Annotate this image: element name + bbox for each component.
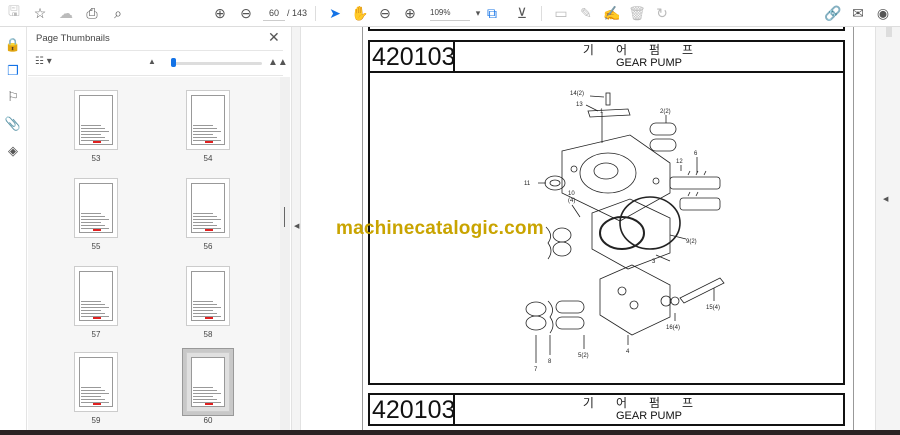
zoom-in-icon[interactable]: ⊕ bbox=[400, 4, 420, 22]
lock-icon[interactable]: 🔒 bbox=[4, 36, 22, 54]
page-thumbnail[interactable] bbox=[186, 90, 230, 150]
thumbnail-page-label: 53 bbox=[91, 154, 101, 163]
next-page-icon[interactable]: ⊖ bbox=[236, 4, 256, 22]
thumbnail-options-icon[interactable]: ☷ ▾ bbox=[35, 56, 52, 67]
part-label: 3 bbox=[652, 259, 656, 265]
panel-title: Page Thumbnails bbox=[36, 33, 110, 44]
right-panel-bar: ◀ bbox=[875, 27, 900, 435]
fit-page-icon[interactable]: ⧉ bbox=[482, 4, 502, 22]
highlight-icon[interactable]: ✎ bbox=[576, 4, 596, 22]
page-thumbnail[interactable] bbox=[186, 352, 230, 412]
page-thumbnail[interactable] bbox=[74, 178, 118, 238]
thumbnail-page-label: 60 bbox=[203, 416, 213, 425]
part-label: 16(4) bbox=[666, 325, 680, 331]
bookmark-star-icon[interactable]: ☆ bbox=[30, 4, 50, 22]
part-label: 7 bbox=[534, 367, 538, 373]
comment-icon[interactable]: ▭ bbox=[551, 4, 571, 22]
watermark: machinecatalogic.com bbox=[336, 218, 544, 239]
previous-section-bottom bbox=[368, 27, 845, 31]
page-number-input[interactable]: 60 bbox=[263, 5, 285, 21]
page-thumbnail[interactable] bbox=[186, 266, 230, 326]
thumbnail-size-slider[interactable]: ▲ ▲▲ bbox=[148, 56, 288, 70]
part-label: 8 bbox=[548, 359, 552, 365]
large-mountain-icon: ▲▲ bbox=[268, 57, 288, 68]
part-label: 6 bbox=[694, 151, 698, 157]
section-header-2: 420103 기어펌프 GEAR PUMP bbox=[368, 393, 845, 426]
collapse-left-icon[interactable]: ◀ bbox=[294, 222, 299, 230]
panel-scrollbar[interactable] bbox=[280, 77, 290, 435]
small-mountain-icon: ▲ bbox=[148, 57, 156, 66]
page-total: / 143 bbox=[287, 8, 308, 18]
page-thumbnail[interactable] bbox=[186, 178, 230, 238]
main-toolbar: 🖫 ☆ ☁ ⎙ ⌕ ⊕ ⊖ 60 / 143 ➤ ✋ ⊖ ⊕ 109% ▾ ⧉ … bbox=[0, 0, 900, 27]
save-icon[interactable]: 🖫 bbox=[4, 3, 24, 22]
divider bbox=[28, 75, 283, 76]
page-thumbnail[interactable] bbox=[74, 266, 118, 326]
thumbnail-grid: 53 54 55 56 57 58 59 60 bbox=[28, 77, 280, 435]
select-cursor-icon[interactable]: ➤ bbox=[325, 4, 345, 22]
part-label: 12 bbox=[676, 159, 683, 165]
slider-track bbox=[172, 62, 262, 65]
thumbnails-panel: Page Thumbnails ✕ ☷ ▾ ▲ ▲▲ 53 54 55 56 57 58 5… bbox=[28, 27, 290, 435]
sign-icon[interactable]: ✍ bbox=[602, 4, 622, 22]
divider bbox=[541, 6, 542, 21]
section-header: 420103 기어펌프 GEAR PUMP bbox=[368, 40, 845, 73]
pdf-page: 420103 기어펌프 GEAR PUMP 14(2) 13 1 2(2) 11… bbox=[336, 27, 854, 430]
slider-handle[interactable] bbox=[171, 58, 176, 67]
thumbnails-icon[interactable]: ❐ bbox=[4, 62, 22, 80]
left-tool-rail: 🔒 ❐ ⚐ 📎 ◈ bbox=[0, 27, 27, 435]
part-label: 14(2) bbox=[570, 91, 584, 97]
korean-title: 기어펌프 bbox=[582, 43, 716, 57]
close-icon[interactable]: ✕ bbox=[268, 29, 280, 46]
rotate-icon[interactable]: ↻ bbox=[652, 4, 672, 22]
part-label: (4) bbox=[568, 198, 575, 204]
thumbnail-page-label: 59 bbox=[91, 416, 101, 425]
part-label: 5(2) bbox=[578, 353, 589, 359]
page-thumbnail[interactable] bbox=[74, 90, 118, 150]
divider bbox=[315, 6, 316, 21]
part-label: 2(2) bbox=[660, 109, 671, 115]
part-label: 11 bbox=[524, 181, 531, 187]
expand-right-panel-icon[interactable]: ◀ bbox=[883, 195, 888, 203]
find-icon[interactable]: ⌕ bbox=[108, 4, 128, 22]
prev-page-icon[interactable]: ⊕ bbox=[210, 4, 230, 22]
email-icon[interactable]: ✉ bbox=[848, 4, 868, 22]
part-label: 4 bbox=[626, 349, 630, 355]
page-thumbnail[interactable] bbox=[74, 352, 118, 412]
thumbnail-page-label: 55 bbox=[91, 242, 101, 251]
part-code: 420103 bbox=[372, 42, 456, 71]
panel-collapse-bar[interactable]: ◀ bbox=[291, 27, 301, 435]
print-icon[interactable]: ⎙ bbox=[82, 4, 102, 22]
thumbnail-page-label: 58 bbox=[203, 330, 213, 339]
korean-title: 기어펌프 bbox=[582, 396, 716, 410]
thumbnail-page-label: 56 bbox=[203, 242, 213, 251]
upload-cloud-icon[interactable]: ☁ bbox=[56, 4, 76, 22]
part-label: 13 bbox=[576, 102, 583, 108]
scroll-mode-icon[interactable]: ⊻ bbox=[512, 4, 532, 22]
zoom-select[interactable]: 109% bbox=[430, 5, 470, 21]
attachment-icon[interactable]: 📎 bbox=[4, 115, 22, 133]
taskbar-strip bbox=[0, 430, 900, 435]
delete-icon[interactable]: 🗑 bbox=[627, 4, 647, 22]
divider bbox=[28, 50, 283, 51]
document-view: 420103 기어펌프 GEAR PUMP 14(2) 13 1 2(2) 11… bbox=[301, 27, 874, 430]
thumbnail-page-label: 57 bbox=[91, 330, 101, 339]
english-title: GEAR PUMP bbox=[615, 410, 682, 422]
hand-icon[interactable]: ✋ bbox=[350, 4, 370, 22]
thumbnail-page-label: 54 bbox=[203, 154, 213, 163]
english-title: GEAR PUMP bbox=[615, 57, 682, 69]
zoom-out-icon[interactable]: ⊖ bbox=[375, 4, 395, 22]
part-label: 15(4) bbox=[706, 305, 720, 311]
share-link-icon[interactable]: 🔗 bbox=[823, 4, 843, 22]
document-scrollbar[interactable] bbox=[886, 27, 892, 37]
account-icon[interactable]: ◉ bbox=[873, 4, 893, 22]
part-label: 9(2) bbox=[686, 239, 697, 245]
part-label: 10 bbox=[568, 191, 575, 197]
layers-icon[interactable]: ◈ bbox=[4, 142, 22, 160]
part-code: 420103 bbox=[372, 395, 456, 424]
bookmark-icon[interactable]: ⚐ bbox=[4, 88, 22, 106]
